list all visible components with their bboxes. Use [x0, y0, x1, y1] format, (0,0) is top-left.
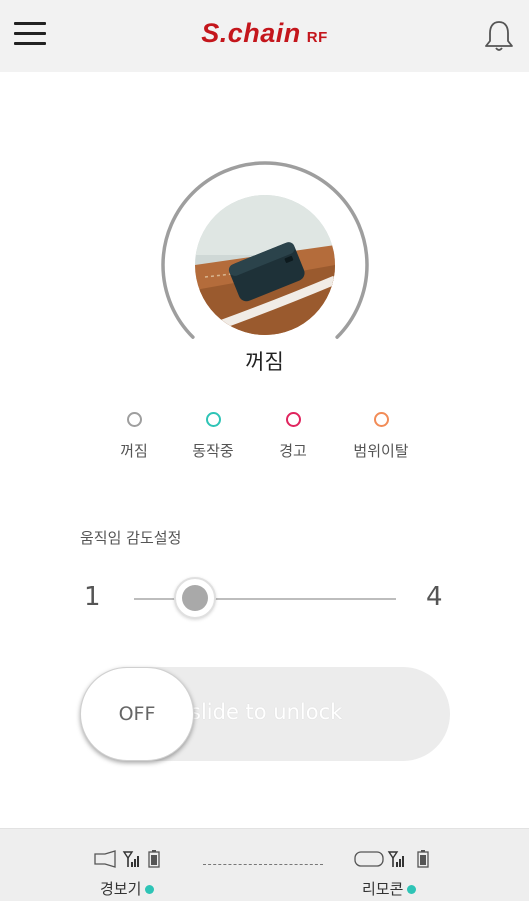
status-dot-icon — [373, 412, 389, 427]
slide-to-unlock-hint: slide to unlock — [190, 700, 343, 724]
sensitivity-title: 움직임 감도설정 — [80, 529, 182, 547]
legend-out-of-range: 범위이탈 — [331, 412, 431, 461]
remote-device-icons — [354, 850, 429, 868]
remote-device-label: 리모콘 — [362, 878, 417, 899]
battery-icon — [148, 850, 160, 868]
alarm-connection-dot — [145, 885, 155, 894]
logo-main: S.chain — [201, 18, 301, 48]
app-header: S.chain RF — [0, 0, 529, 72]
sensitivity-slider-thumb[interactable] — [174, 577, 217, 619]
legend-warning: 경고 — [243, 412, 343, 461]
remote-control-icon — [354, 851, 384, 867]
status-dot-icon — [205, 412, 221, 427]
remote-label-text: 리모콘 — [362, 880, 404, 898]
battery-icon — [417, 850, 429, 868]
remote-connection-dot — [407, 885, 417, 894]
connection-divider — [203, 864, 323, 865]
status-dot-icon — [285, 412, 301, 427]
device-status-label: 꺼짐 — [245, 350, 284, 374]
logo-sub: RF — [306, 29, 328, 46]
slider-max-label: 4 — [426, 582, 443, 612]
power-toggle-knob[interactable]: OFF — [80, 667, 194, 761]
alarm-device-label: 경보기 — [100, 878, 155, 899]
legend-label: 범위이탈 — [353, 442, 409, 460]
slider-min-label: 1 — [84, 582, 101, 612]
device-photo — [195, 195, 335, 335]
legend-label: 경고 — [279, 442, 307, 460]
status-dot-icon — [126, 412, 142, 427]
alarm-label-text: 경보기 — [100, 880, 142, 898]
signal-icon — [387, 851, 404, 867]
bell-icon[interactable] — [481, 18, 517, 54]
alarm-device-icon — [94, 850, 116, 868]
alarm-device-icons — [94, 850, 160, 868]
slider-thumb-core — [182, 585, 209, 611]
signal-icon — [122, 851, 139, 867]
app-logo: S.chain RF — [0, 18, 529, 49]
